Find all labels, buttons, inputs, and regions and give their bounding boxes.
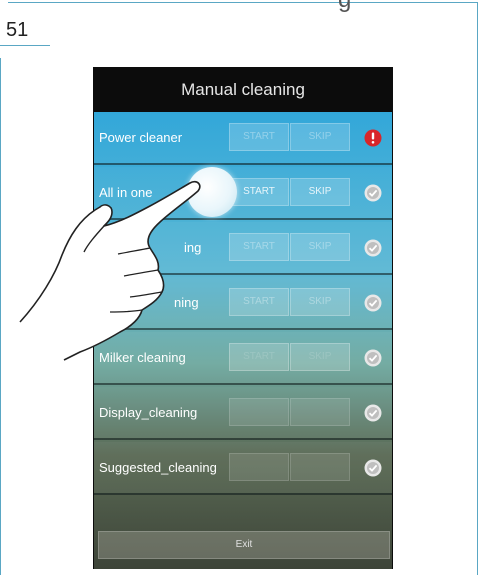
row-power-cleaner: Power cleaner START SKIP bbox=[94, 112, 392, 165]
skip-button[interactable]: SKIP bbox=[290, 233, 350, 261]
row-label: ning bbox=[174, 295, 199, 310]
check-icon bbox=[364, 404, 382, 422]
screen-title: Manual cleaning bbox=[181, 80, 305, 99]
row-display-cleaning: Display_cleaning bbox=[94, 387, 392, 440]
start-button[interactable]: START bbox=[229, 178, 289, 206]
skip-button[interactable] bbox=[290, 453, 350, 481]
device-screenshot: Manual cleaning Power cleaner START SKIP… bbox=[93, 67, 393, 569]
skip-button[interactable]: SKIP bbox=[290, 178, 350, 206]
row-label: All in one bbox=[99, 185, 153, 200]
row-milker-cleaning: Milker cleaning START SKIP bbox=[94, 332, 392, 385]
tap-indicator bbox=[187, 167, 237, 217]
frame-top-rule bbox=[8, 2, 478, 3]
start-button[interactable]: START bbox=[229, 288, 289, 316]
row-label: Suggested_cleaning bbox=[99, 460, 217, 475]
skip-button[interactable]: SKIP bbox=[290, 288, 350, 316]
cleaning-list: Power cleaner START SKIP All in one STAR… bbox=[94, 112, 392, 569]
check-icon bbox=[364, 184, 382, 202]
row-obscured-4: ning START SKIP bbox=[94, 277, 392, 330]
frame-left-rule bbox=[0, 58, 1, 575]
start-button[interactable]: START bbox=[229, 123, 289, 151]
frame-right-rule bbox=[477, 2, 478, 575]
page-number: 51 bbox=[6, 19, 29, 41]
skip-button[interactable] bbox=[290, 398, 350, 426]
check-icon bbox=[364, 239, 382, 257]
row-suggested-cleaning: Suggested_cleaning bbox=[94, 442, 392, 495]
row-label: Milker cleaning bbox=[99, 350, 186, 365]
row-label: Power cleaner bbox=[99, 130, 183, 145]
check-icon bbox=[364, 349, 382, 367]
exclamation-icon bbox=[364, 129, 382, 147]
skip-button[interactable]: SKIP bbox=[290, 343, 350, 371]
start-button[interactable] bbox=[229, 398, 289, 426]
page-number-underline bbox=[0, 45, 50, 46]
check-icon bbox=[364, 294, 382, 312]
row-label: ing bbox=[184, 240, 202, 255]
check-icon bbox=[364, 459, 382, 477]
row-obscured-3: ing START SKIP bbox=[94, 222, 392, 275]
heading-fragment: g bbox=[338, 0, 351, 14]
row-all-in-one: All in one START SKIP bbox=[94, 167, 392, 220]
skip-button[interactable]: SKIP bbox=[290, 123, 350, 151]
start-button[interactable]: START bbox=[229, 233, 289, 261]
exit-button[interactable]: Exit bbox=[98, 531, 390, 559]
start-button[interactable]: START bbox=[229, 343, 289, 371]
start-button[interactable] bbox=[229, 453, 289, 481]
row-label: Display_cleaning bbox=[99, 405, 198, 420]
